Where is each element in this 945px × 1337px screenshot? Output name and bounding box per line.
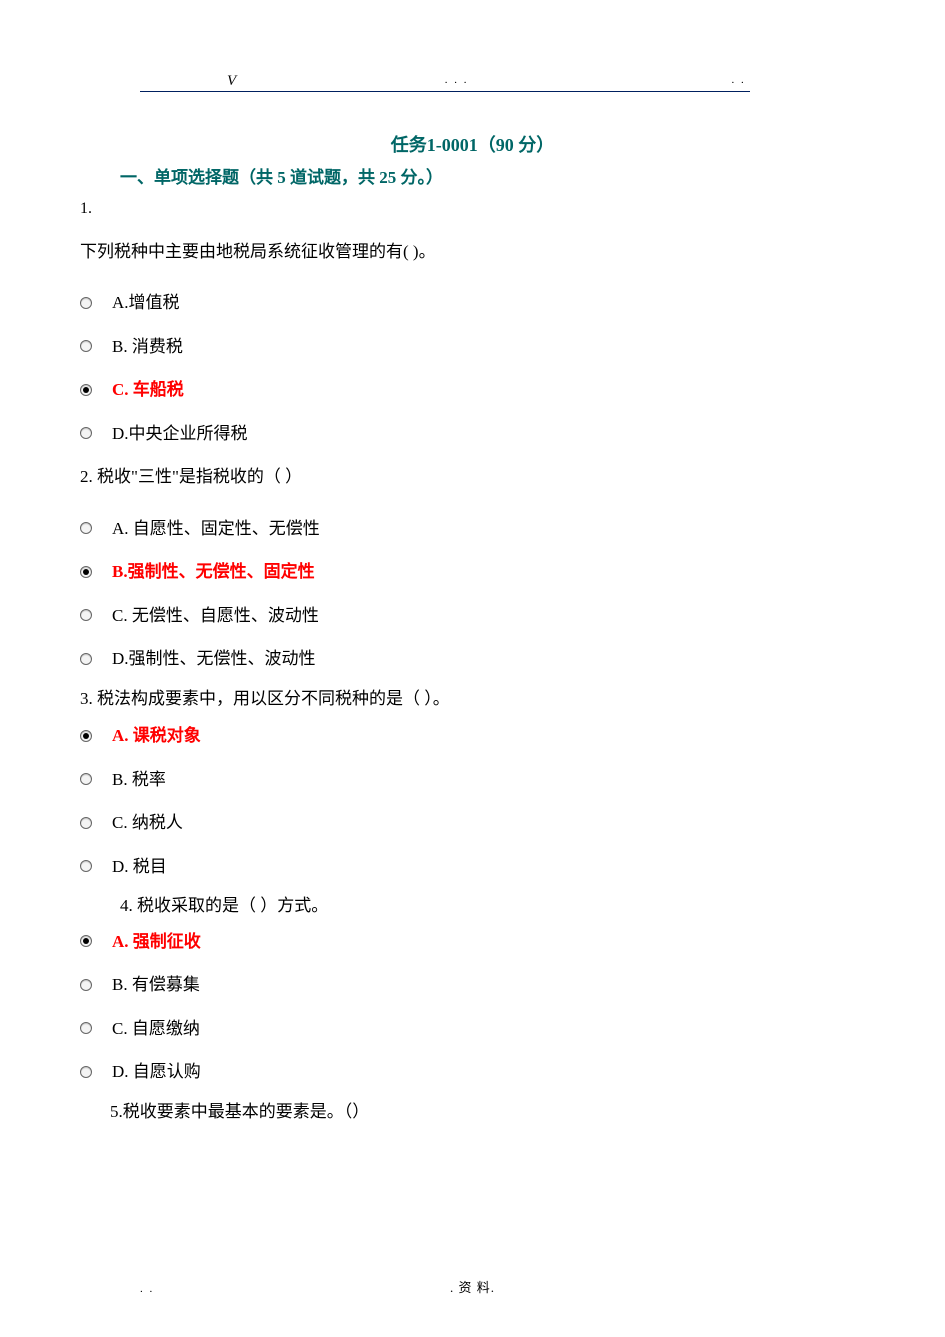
- option-label: A. 自愿性、固定性、无偿性: [112, 516, 320, 542]
- radio-unselected-icon[interactable]: [80, 773, 92, 785]
- q4-option-d[interactable]: D. 自愿认购: [80, 1059, 865, 1085]
- q1-text: 下列税种中主要由地税局系统征收管理的有( )。: [80, 239, 865, 265]
- page: V . . . . . 任务1-0001（90 分） 一、单项选择题（共 5 道…: [80, 70, 865, 1134]
- option-label: D. 自愿认购: [112, 1059, 201, 1085]
- option-label: D.中央企业所得税: [112, 421, 248, 447]
- radio-unselected-icon[interactable]: [80, 817, 92, 829]
- q1-number: 1.: [80, 197, 865, 221]
- radio-unselected-icon[interactable]: [80, 427, 92, 439]
- page-footer: . 资 料.: [0, 1278, 945, 1298]
- q2-option-b[interactable]: B.强制性、无偿性、固定性: [80, 559, 865, 585]
- radio-selected-icon[interactable]: [80, 935, 92, 947]
- q4-option-c[interactable]: C. 自愿缴纳: [80, 1016, 865, 1042]
- radio-unselected-icon[interactable]: [80, 609, 92, 621]
- header-dots2: . .: [732, 72, 746, 89]
- radio-unselected-icon[interactable]: [80, 1066, 92, 1078]
- option-label: B. 消费税: [112, 334, 183, 360]
- option-label: A. 课税对象: [112, 723, 201, 749]
- option-label: B.强制性、无偿性、固定性: [112, 559, 315, 585]
- option-label: C. 车船税: [112, 377, 184, 403]
- radio-unselected-icon[interactable]: [80, 297, 92, 309]
- q2-option-a[interactable]: A. 自愿性、固定性、无偿性: [80, 516, 865, 542]
- option-label: D. 税目: [112, 854, 167, 880]
- header-dots1: . . .: [445, 72, 469, 89]
- radio-unselected-icon[interactable]: [80, 979, 92, 991]
- q3-option-b[interactable]: B. 税率: [80, 767, 865, 793]
- footer-text: . 资 料.: [450, 1280, 495, 1295]
- q5-text: 5.税收要素中最基本的要素是。（）: [110, 1099, 865, 1125]
- q1-option-a[interactable]: A.增值税: [80, 290, 865, 316]
- q1-option-c[interactable]: C. 车船税: [80, 377, 865, 403]
- q3-text: 3. 税法构成要素中，用以区分不同税种的是（ ）。: [80, 686, 865, 712]
- q3-option-c[interactable]: C. 纳税人: [80, 810, 865, 836]
- q4-text: 4. 税收采取的是（ ）方式。: [120, 893, 865, 919]
- option-label: A.增值税: [112, 290, 180, 316]
- option-label: C. 自愿缴纳: [112, 1016, 200, 1042]
- q1-option-b[interactable]: B. 消费税: [80, 334, 865, 360]
- radio-unselected-icon[interactable]: [80, 860, 92, 872]
- task-title: 任务1-0001（90 分）: [80, 132, 865, 159]
- q2-text: 2. 税收"三性"是指税收的（ ）: [80, 464, 865, 490]
- radio-selected-icon[interactable]: [80, 730, 92, 742]
- q4-option-b[interactable]: B. 有偿募集: [80, 972, 865, 998]
- option-label: C. 无偿性、自愿性、波动性: [112, 603, 319, 629]
- radio-unselected-icon[interactable]: [80, 522, 92, 534]
- option-label: B. 税率: [112, 767, 166, 793]
- radio-unselected-icon[interactable]: [80, 340, 92, 352]
- q3-option-a[interactable]: A. 课税对象: [80, 723, 865, 749]
- radio-selected-icon[interactable]: [80, 566, 92, 578]
- option-label: D.强制性、无偿性、波动性: [112, 646, 316, 672]
- q1-option-d[interactable]: D.中央企业所得税: [80, 421, 865, 447]
- option-label: C. 纳税人: [112, 810, 183, 836]
- section-heading: 一、单项选择题（共 5 道试题，共 25 分。）: [120, 165, 865, 191]
- option-label: B. 有偿募集: [112, 972, 200, 998]
- q4-option-a[interactable]: A. 强制征收: [80, 929, 865, 955]
- page-header-rule: V . . . . .: [140, 70, 750, 92]
- header-v: V: [227, 70, 236, 93]
- radio-unselected-icon[interactable]: [80, 1022, 92, 1034]
- q2-option-c[interactable]: C. 无偿性、自愿性、波动性: [80, 603, 865, 629]
- radio-selected-icon[interactable]: [80, 384, 92, 396]
- content: 任务1-0001（90 分） 一、单项选择题（共 5 道试题，共 25 分。） …: [80, 92, 865, 1124]
- option-label: A. 强制征收: [112, 929, 201, 955]
- q2-option-d[interactable]: D.强制性、无偿性、波动性: [80, 646, 865, 672]
- radio-unselected-icon[interactable]: [80, 653, 92, 665]
- q3-option-d[interactable]: D. 税目: [80, 854, 865, 880]
